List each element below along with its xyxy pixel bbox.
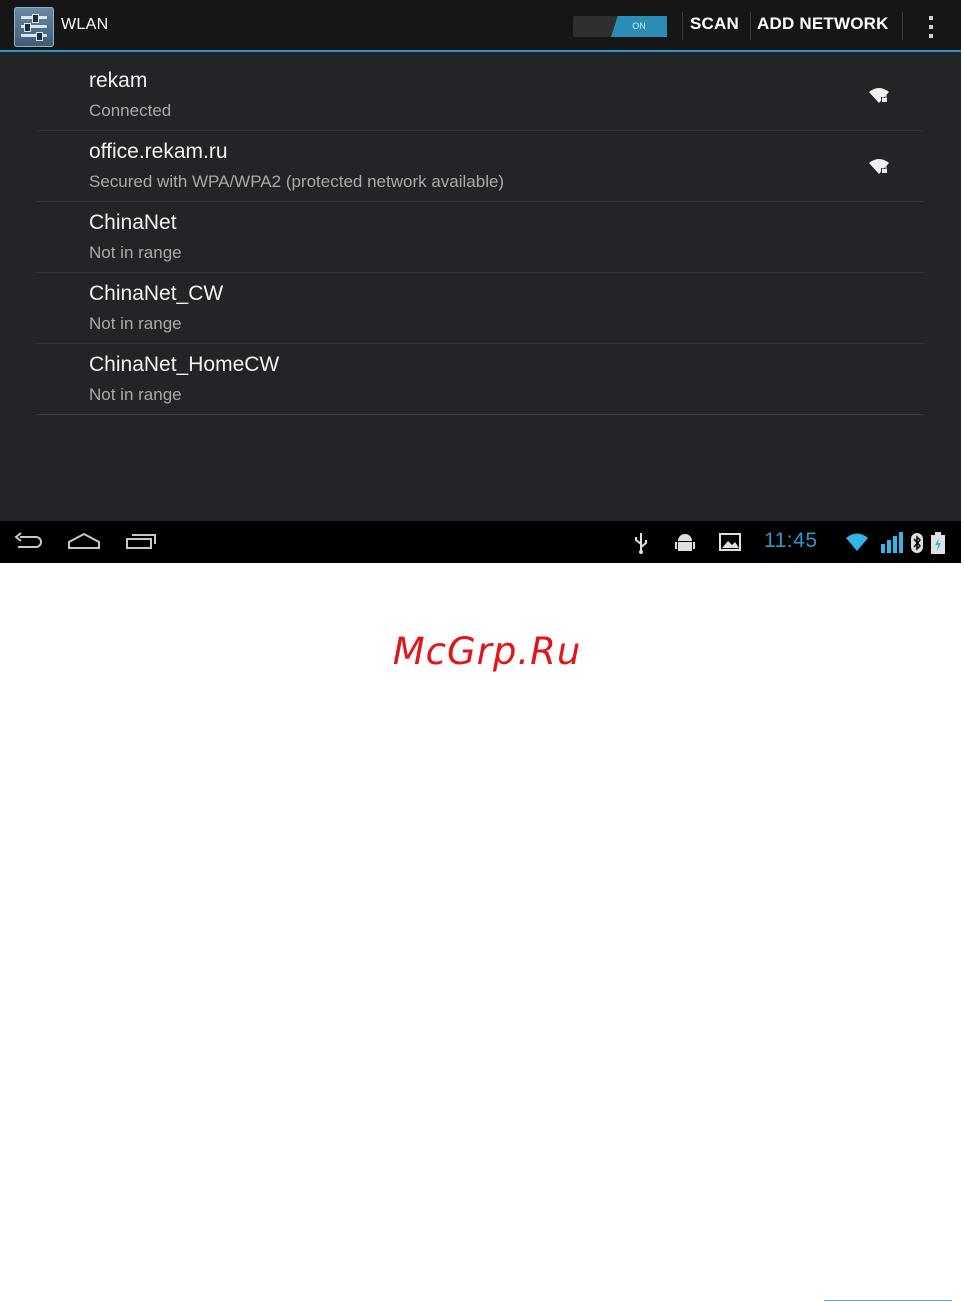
clock: 11:45 [764,529,818,552]
network-item-chinanet-cw[interactable]: ChinaNet_CW Not in range [36,273,924,344]
recent-apps-icon[interactable] [125,530,159,554]
settings-sliders-icon[interactable] [14,7,54,47]
divider [682,12,683,40]
network-status: Secured with WPA/WPA2 (protected network… [89,172,505,191]
footer-divider [824,1300,952,1301]
network-status: Not in range [89,385,182,404]
network-name: ChinaNet [89,211,177,234]
network-item-chinanet[interactable]: ChinaNet Not in range [36,202,924,273]
network-status: Not in range [89,314,182,333]
home-icon[interactable] [67,530,101,554]
page-title: WLAN [61,16,109,33]
wlan-settings-screen: WLAN ON SCAN ADD NETWORK rekam Connected [0,0,961,563]
network-item-rekam[interactable]: rekam Connected [36,60,924,131]
action-bar: WLAN ON SCAN ADD NETWORK [0,0,961,52]
network-item-chinanet-homecw[interactable]: ChinaNet_HomeCW Not in range [36,344,924,415]
network-name: office.rekam.ru [89,140,228,163]
wlan-toggle[interactable]: ON [573,16,667,37]
back-icon[interactable] [12,530,44,554]
wifi-signal-locked-icon [869,159,889,174]
bluetooth-icon [911,533,923,553]
wifi-status-icon [846,533,868,551]
android-debug-icon [675,534,695,551]
network-name: rekam [89,69,148,92]
network-item-office[interactable]: office.rekam.ru Secured with WPA/WPA2 (p… [36,131,924,202]
watermark-text: McGrp.Ru [392,630,582,673]
toggle-state-label: ON [611,16,667,37]
divider [750,12,751,40]
system-bar: 11:45 [0,521,961,563]
usb-icon [635,533,647,554]
signal-bars-icon [881,532,903,553]
network-list: rekam Connected office.rekam.ru Secured … [36,60,924,415]
divider [902,12,903,40]
wifi-signal-locked-icon [869,88,889,103]
add-network-button[interactable]: ADD NETWORK [757,14,889,34]
overflow-menu-icon[interactable] [922,13,940,41]
battery-icon [931,532,945,554]
screenshot-icon [719,533,741,551]
network-status: Connected [89,101,172,120]
network-status: Not in range [89,243,182,262]
scan-button[interactable]: SCAN [690,14,739,34]
network-name: ChinaNet_CW [89,282,224,305]
network-name: ChinaNet_HomeCW [89,353,280,376]
